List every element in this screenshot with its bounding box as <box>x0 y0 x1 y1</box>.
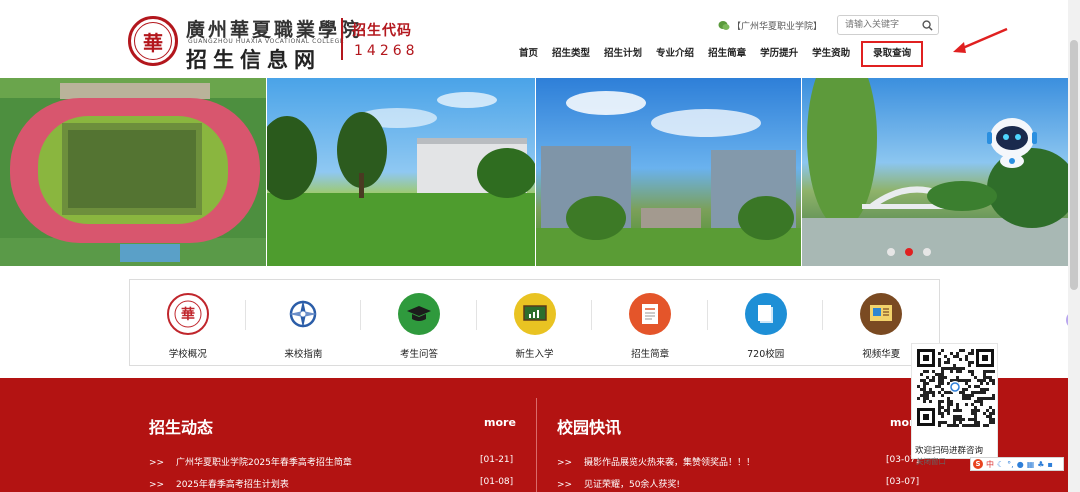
campus-news-title: 校园快讯 <box>557 418 622 437</box>
compass-icon <box>282 293 325 335</box>
punctuation-icon: °, <box>1007 459 1014 469</box>
search-icon[interactable] <box>918 16 936 34</box>
quick-link-school-overview[interactable]: 華 学校概况 <box>130 280 246 365</box>
nav-admission-query[interactable]: 录取查询 <box>861 41 924 67</box>
header-divider <box>341 18 343 60</box>
ime-mode-label: 中 <box>986 459 994 469</box>
banner-slide-lake <box>802 78 1068 266</box>
quick-link-label: 来校指南 <box>284 349 323 360</box>
moon-icon: ☾ <box>997 459 1005 469</box>
quick-link-720-campus[interactable]: 720校园 <box>708 280 824 365</box>
news-item-date: [01-08] <box>480 477 514 487</box>
news-bullet: >> <box>149 458 165 468</box>
wechat-label: 【广州华夏职业学院】 <box>732 22 823 32</box>
annotation-arrow-icon <box>953 27 1008 53</box>
admissions-homepage: 華 廣州華夏職業學院 GUANGZHOU HUAXIA VOCATIONAL C… <box>0 0 1080 492</box>
wechat-icon <box>718 21 730 30</box>
site-header: 華 廣州華夏職業學院 GUANGZHOU HUAXIA VOCATIONAL C… <box>0 0 1080 78</box>
news-section: 招生动态 more >> 广州华夏职业学院2025年春季高考招生简章 [01-2… <box>0 378 1068 492</box>
school-logo-icon[interactable]: 華 <box>128 16 178 66</box>
robot-assistant-icon[interactable] <box>984 112 1040 168</box>
svg-text:華: 華 <box>181 306 195 323</box>
quick-links: 華 学校概况 来校指南 考生问答 新生入学 招生简章 720校园 视频华夏 <box>129 279 940 366</box>
quick-link-label: 新生入学 <box>515 349 554 360</box>
carousel-dot[interactable] <box>923 248 931 256</box>
news-item-title: 见证荣耀，50余人获奖! <box>583 480 681 490</box>
graduation-cap-icon <box>397 293 440 335</box>
news-item-title: 摄影作品展览火热来袭，集赞领奖品！！！ <box>583 458 755 468</box>
search-input[interactable] <box>838 16 918 34</box>
quick-link-label: 考生问答 <box>399 349 438 360</box>
news-item[interactable]: >> 摄影作品展览火热来袭，集赞领奖品！！！ <box>557 455 755 468</box>
carousel-dots <box>887 248 931 256</box>
microphone-icon: ● <box>1016 459 1024 469</box>
nav-home[interactable]: 首页 <box>516 45 541 63</box>
nav-brochure[interactable]: 招生简章 <box>705 45 749 63</box>
admission-news-title: 招生动态 <box>149 418 214 437</box>
panorama-icon <box>744 293 787 335</box>
news-divider <box>536 398 537 492</box>
banner-slide-stadium <box>0 78 266 266</box>
site-name: 招生信息网 <box>186 48 321 72</box>
news-item-title: 2025年春季高考招生计划表 <box>175 480 289 490</box>
scrollbar-thumb[interactable] <box>1070 40 1078 290</box>
qr-popup: 欢迎扫码进群咨询 关闭窗口 <box>911 343 998 466</box>
ime-toolbar[interactable]: S 中 ☾ °, ● ▦ ♣ ▪ <box>970 457 1064 471</box>
quick-link-guide[interactable]: 来校指南 <box>246 280 362 365</box>
document-icon <box>629 293 672 335</box>
news-item[interactable]: >> 见证荣耀，50余人获奖! <box>557 477 680 490</box>
qr-code-icon <box>914 346 997 429</box>
main-nav: 首页 招生类型 招生计划 专业介绍 招生简章 学历提升 学生资助 录取查询 <box>516 41 931 67</box>
news-item-date: [01-21] <box>480 455 514 465</box>
news-item[interactable]: >> 2025年春季高考招生计划表 <box>149 477 289 490</box>
quick-link-faq[interactable]: 考生问答 <box>361 280 477 365</box>
quick-link-label: 视频华夏 <box>862 349 901 360</box>
quick-link-label: 招生简章 <box>631 349 670 360</box>
news-item[interactable]: >> 广州华夏职业学院2025年春季高考招生简章 <box>149 455 352 468</box>
page-scrollbar[interactable] <box>1068 0 1080 492</box>
skin-icon: ♣ <box>1037 459 1045 469</box>
quick-link-label: 720校园 <box>747 349 785 360</box>
banner-slide-lawn <box>266 78 535 266</box>
nav-admission-types[interactable]: 招生类型 <box>549 45 593 63</box>
carousel-dot-active[interactable] <box>905 248 913 256</box>
quick-link-brochure[interactable]: 招生简章 <box>592 280 708 365</box>
nav-student-aid[interactable]: 学生资助 <box>809 45 853 63</box>
news-bullet: >> <box>557 458 573 468</box>
school-seal-icon: 華 <box>166 293 209 335</box>
news-bullet: >> <box>557 480 573 490</box>
video-icon <box>860 293 903 335</box>
nav-majors[interactable]: 专业介绍 <box>653 45 697 63</box>
qr-caption: 欢迎扫码进群咨询 <box>915 446 984 456</box>
qr-close-button[interactable]: 关闭窗口 <box>916 456 946 467</box>
carousel-dot[interactable] <box>887 248 895 256</box>
nav-admission-plan[interactable]: 招生计划 <box>601 45 645 63</box>
sogou-icon: S <box>973 459 983 469</box>
keyboard-icon: ▦ <box>1026 459 1035 469</box>
news-item-date: [03-07] <box>886 477 920 487</box>
search-box <box>837 15 939 35</box>
banner-slide-gate <box>535 78 802 266</box>
admission-news-more-link[interactable]: more <box>484 416 516 429</box>
nav-degree-upgrade[interactable]: 学历提升 <box>757 45 801 63</box>
wechat-link[interactable]: 【广州华夏职业学院】 <box>718 19 822 32</box>
toolbox-icon: ▪ <box>1047 459 1053 469</box>
news-item-title: 广州华夏职业学院2025年春季高考招生简章 <box>175 458 352 468</box>
banner-carousel[interactable] <box>0 78 1068 266</box>
news-bullet: >> <box>149 480 165 490</box>
quick-link-label: 学校概况 <box>168 349 207 360</box>
chalkboard-icon <box>513 293 556 335</box>
admission-code-value: 14268 <box>354 43 419 59</box>
admission-code-label: 招生代码 <box>352 23 412 39</box>
quick-link-enrollment[interactable]: 新生入学 <box>477 280 593 365</box>
